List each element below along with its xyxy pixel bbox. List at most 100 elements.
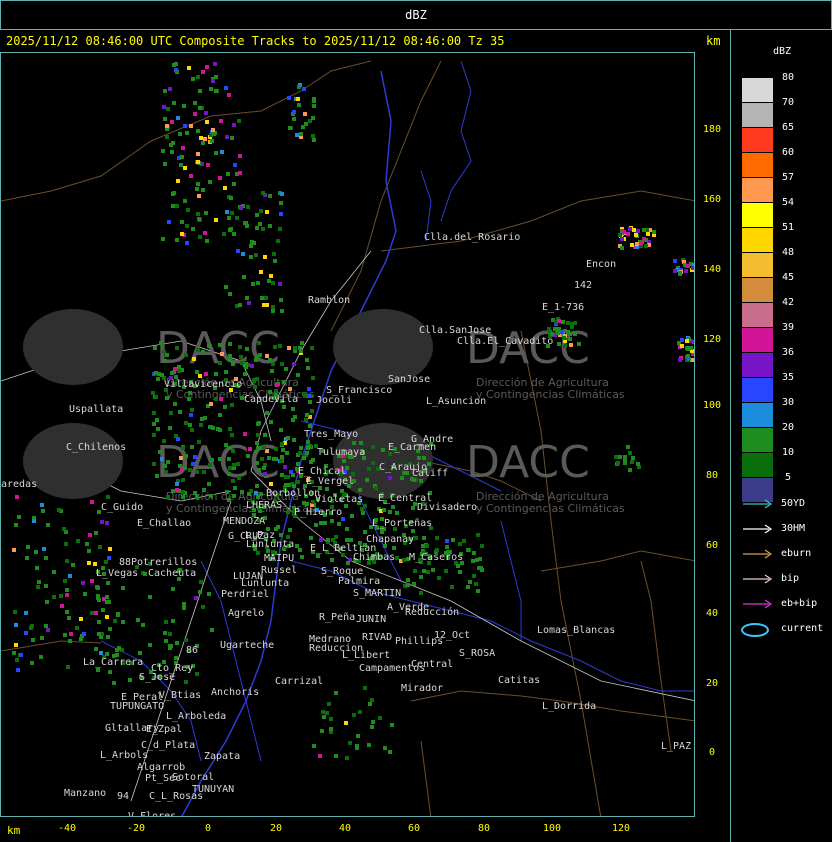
- echo-pixel: [40, 636, 44, 640]
- place-label: Uspallata: [69, 404, 123, 415]
- place-label: RIVAD: [362, 632, 392, 643]
- echo-pixel: [281, 448, 285, 452]
- place-label: MAIPU: [264, 553, 294, 564]
- wm-brand-3: DACC: [156, 437, 280, 488]
- echo-pixel: [280, 309, 284, 313]
- echo-pixel: [52, 570, 56, 574]
- echo-pixel: [204, 372, 208, 376]
- echo-pixel: [636, 462, 640, 466]
- echo-pixel: [329, 727, 333, 731]
- echo-pixel: [107, 556, 111, 560]
- echo-pixel: [210, 628, 214, 632]
- echo-pixel: [577, 342, 581, 346]
- echo-pixel: [300, 555, 304, 559]
- echo-pixel: [68, 639, 72, 643]
- echo-pixel: [247, 492, 251, 496]
- echo-pixel: [87, 561, 91, 565]
- echo-pixel: [155, 474, 159, 478]
- echo-pixel: [93, 562, 97, 566]
- echo-pixel: [205, 239, 209, 243]
- echo-pixel: [361, 511, 365, 515]
- echo-pixel: [193, 455, 197, 459]
- x-tick-label: 60: [407, 823, 421, 834]
- echo-pixel: [180, 232, 184, 236]
- echo-pixel: [450, 585, 454, 589]
- echo-pixel: [422, 536, 426, 540]
- echo-pixel: [349, 538, 353, 542]
- echo-pixel: [383, 746, 387, 750]
- place-label: Manzano: [64, 788, 106, 799]
- arrow-icon: [741, 598, 777, 610]
- echo-pixel: [148, 643, 152, 647]
- echo-pixel: [65, 588, 69, 592]
- echo-pixel: [211, 79, 215, 83]
- place-label: Tulumaya: [317, 447, 365, 458]
- echo-pixel: [97, 632, 101, 636]
- echo-pixel: [412, 582, 416, 586]
- echo-pixel: [283, 465, 287, 469]
- echo-pixel: [686, 264, 690, 268]
- wm-brand-4: DACC: [466, 437, 590, 488]
- echo-pixel: [258, 446, 262, 450]
- place-label: L_Dorrida: [542, 701, 596, 712]
- echo-pixel: [201, 70, 205, 74]
- echo-pixel: [174, 68, 178, 72]
- echo-pixel: [280, 442, 284, 446]
- echo-pixel: [236, 462, 240, 466]
- arrow-icon: [741, 548, 777, 560]
- echo-pixel: [678, 358, 682, 362]
- echo-pixel: [278, 282, 282, 286]
- echo-pixel: [299, 349, 303, 353]
- echo-pixel: [350, 514, 354, 518]
- legend-panel: dBZ 80 70 65 60 57 54 51 48 45 42 39 36 35 30 20 10 5 50…: [730, 30, 832, 842]
- echo-pixel: [224, 285, 228, 289]
- echo-pixel: [94, 611, 98, 615]
- echo-pixel: [274, 389, 278, 393]
- echo-pixel: [301, 125, 305, 129]
- echo-pixel: [69, 632, 73, 636]
- echo-pixel: [209, 425, 213, 429]
- place-label: Perdriel: [221, 589, 269, 600]
- echo-pixel: [196, 212, 200, 216]
- echo-pixel: [284, 483, 288, 487]
- echo-pixel: [210, 139, 214, 143]
- echo-pixel: [19, 653, 23, 657]
- echo-pixel: [282, 380, 286, 384]
- window-title: dBZ: [405, 8, 427, 22]
- echo-pixel: [311, 458, 315, 462]
- echo-pixel: [64, 542, 68, 546]
- echo-pixel: [437, 576, 441, 580]
- echo-pixel: [685, 339, 689, 343]
- echo-pixel: [308, 424, 312, 428]
- echo-pixel: [319, 521, 323, 525]
- echo-pixel: [169, 143, 173, 147]
- echo-pixel: [232, 123, 236, 127]
- echo-pixel: [177, 365, 181, 369]
- echo-pixel: [190, 408, 194, 412]
- echo-pixel: [156, 427, 160, 431]
- echo-pixel: [152, 422, 156, 426]
- radar-map[interactable]: DACC DACC DACC DACC Dirección de Agricul…: [0, 52, 695, 817]
- echo-pixel: [252, 378, 256, 382]
- dbz-swatch: [742, 178, 773, 202]
- echo-pixel: [265, 303, 269, 307]
- echo-pixel: [260, 296, 264, 300]
- echo-pixel: [289, 470, 293, 474]
- echo-pixel: [475, 558, 479, 562]
- echo-pixel: [203, 231, 207, 235]
- echo-pixel: [307, 394, 311, 398]
- place-label: Ugarteche: [220, 640, 274, 651]
- echo-pixel: [41, 509, 45, 513]
- echo-pixel: [618, 233, 622, 237]
- echo-pixel: [556, 331, 560, 335]
- echo-pixel: [161, 237, 165, 241]
- echo-pixel: [175, 238, 179, 242]
- echo-pixel: [182, 602, 186, 606]
- dbz-level-label: 36: [781, 347, 795, 358]
- echo-pixel: [268, 194, 272, 198]
- echo-pixel: [273, 259, 277, 263]
- echo-pixel: [474, 582, 478, 586]
- dbz-swatch: [742, 253, 773, 277]
- echo-pixel: [166, 460, 170, 464]
- echo-pixel: [178, 410, 182, 414]
